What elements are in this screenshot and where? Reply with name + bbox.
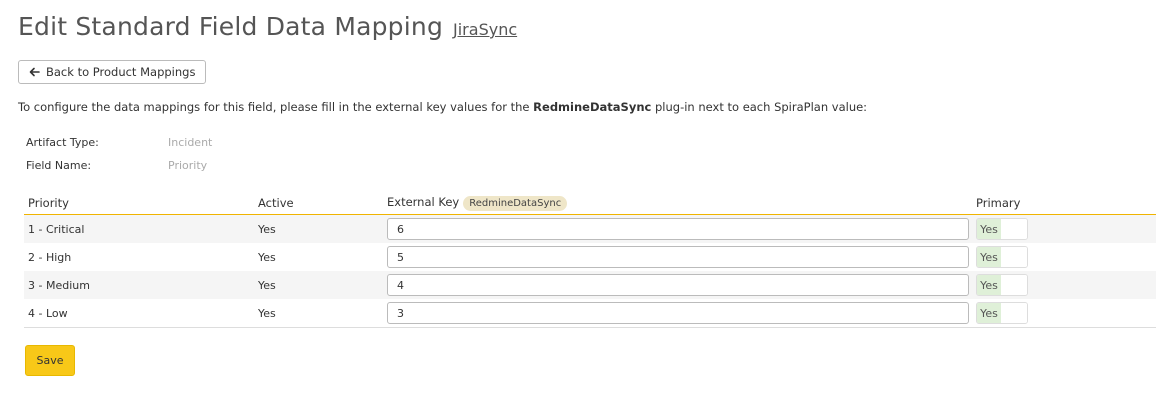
intro-after: plug-in next to each SpiraPlan value: <box>651 100 868 114</box>
external-key-input[interactable] <box>387 218 969 240</box>
external-key-input[interactable] <box>387 246 969 268</box>
external-key-input[interactable] <box>387 302 969 324</box>
save-button[interactable]: Save <box>25 345 75 376</box>
priority-cell: 3 - Medium <box>24 271 254 299</box>
table-row: 1 - Critical Yes Yes <box>24 214 1156 243</box>
external-key-cell <box>383 214 972 243</box>
table-row: 4 - Low Yes Yes <box>24 299 1156 328</box>
primary-toggle-label: Yes <box>977 303 1001 323</box>
artifact-type-label: Artifact Type: <box>26 136 99 149</box>
external-key-cell <box>383 299 972 328</box>
field-name-value: Priority <box>168 159 208 172</box>
header-external-key: External Key RedmineDataSync <box>383 191 972 215</box>
priority-cell: 2 - High <box>28 250 72 264</box>
primary-toggle-off <box>1001 275 1027 295</box>
table-row: 3 - Medium Yes Yes <box>24 271 1156 299</box>
intro-before: To configure the data mappings for this … <box>18 100 534 114</box>
priority-cell: 1 - Critical <box>24 214 254 243</box>
primary-toggle-label: Yes <box>977 219 1001 239</box>
primary-toggle-label: Yes <box>977 275 1001 295</box>
back-to-product-mappings-button[interactable]: Back to Product Mappings <box>18 60 207 84</box>
primary-toggle[interactable]: Yes <box>976 218 1028 240</box>
back-button-label: Back to Product Mappings <box>46 65 196 79</box>
primary-toggle[interactable]: Yes <box>976 302 1028 324</box>
title-row: Edit Standard Field Data Mapping JiraSyn… <box>18 12 517 41</box>
primary-cell: Yes <box>972 214 1156 243</box>
active-cell: Yes <box>258 250 276 264</box>
active-cell: Yes <box>254 214 383 243</box>
primary-toggle[interactable]: Yes <box>976 274 1028 296</box>
header-primary: Primary <box>972 191 1156 215</box>
header-active: Active <box>254 191 383 215</box>
primary-toggle-off <box>1001 247 1027 267</box>
external-key-cell <box>383 243 972 271</box>
header-external-key-label: External Key <box>387 194 460 209</box>
priority-cell: 4 - Low <box>24 299 254 328</box>
primary-cell: Yes <box>972 299 1156 328</box>
plugin-link[interactable]: JiraSync <box>453 20 517 39</box>
active-cell: Yes <box>254 271 383 299</box>
field-name-label: Field Name: <box>26 159 92 172</box>
primary-toggle-off <box>1001 219 1027 239</box>
table-row: 2 - High Yes Yes <box>24 243 1156 271</box>
active-cell: Yes <box>254 299 383 328</box>
mapping-table: Priority Active External Key RedmineDataS… <box>24 191 1156 328</box>
intro-text: To configure the data mappings for this … <box>18 100 867 114</box>
primary-toggle-off <box>1001 303 1027 323</box>
artifact-type-value: Incident <box>168 136 213 149</box>
external-key-cell <box>383 271 972 299</box>
page-title: Edit Standard Field Data Mapping <box>18 12 444 41</box>
intro-plugin-name: RedmineDataSync <box>533 100 652 114</box>
primary-toggle-label: Yes <box>977 247 1001 267</box>
primary-cell: Yes <box>972 243 1156 271</box>
table-header-row: Priority Active External Key RedmineDataS… <box>24 191 1156 215</box>
primary-toggle[interactable]: Yes <box>976 246 1028 268</box>
header-priority: Priority <box>24 191 254 215</box>
external-key-input[interactable] <box>387 274 969 296</box>
arrow-left-icon <box>29 67 40 77</box>
external-key-badge: RedmineDataSync <box>463 195 568 211</box>
primary-cell: Yes <box>972 271 1156 299</box>
